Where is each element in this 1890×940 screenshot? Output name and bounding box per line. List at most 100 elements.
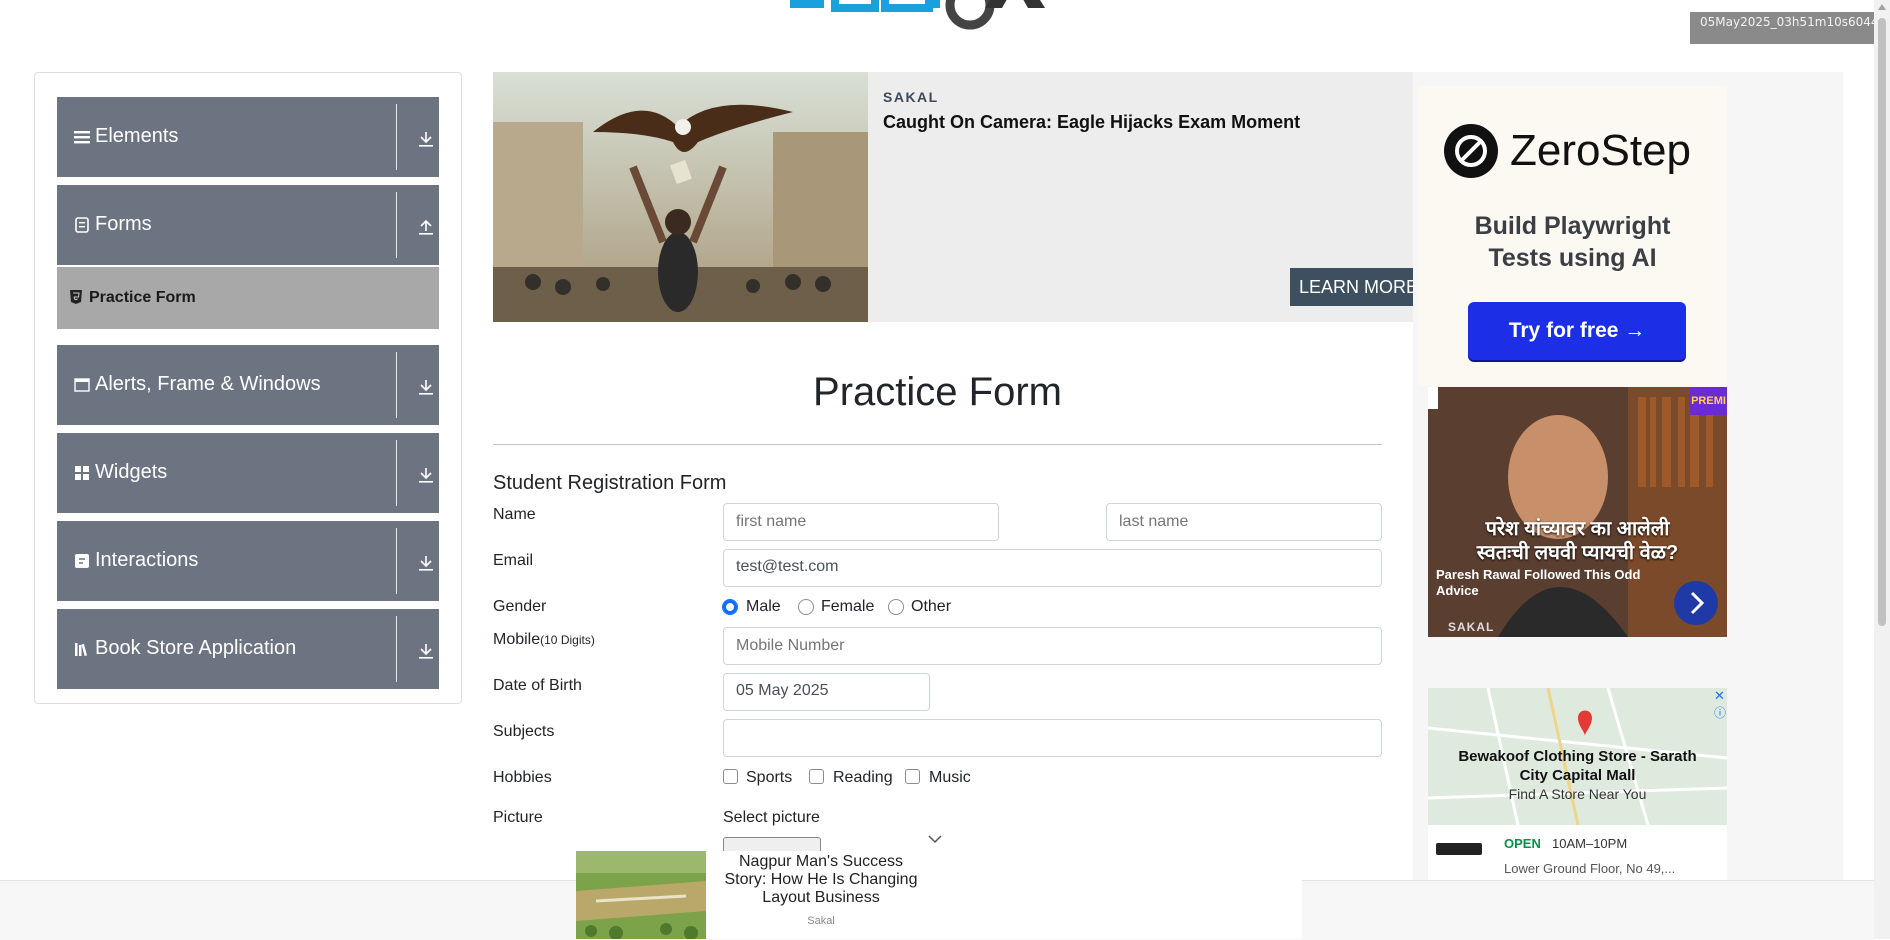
divider (396, 352, 397, 418)
html5-icon (70, 290, 82, 304)
sidebar-item-label: Practice Form (89, 289, 196, 306)
gender-option-label[interactable]: Other (911, 598, 951, 616)
sidebar-group-alerts[interactable]: Alerts, Frame & Windows (57, 345, 439, 425)
hobby-label[interactable]: Music (929, 769, 971, 787)
last-name-input[interactable] (1106, 503, 1382, 541)
toolsqa-logo[interactable] (780, 0, 1110, 38)
download-icon[interactable] (417, 465, 435, 485)
divider (396, 616, 397, 682)
sidebar-group-label: Forms (95, 213, 152, 235)
ad-headline: परेश यांच्यावर का आलेली स्वतःची लघवी प्य… (1428, 517, 1727, 565)
mobile-label-text: Mobile (493, 631, 541, 648)
eagle-photo (493, 72, 868, 322)
zerostep-brand: ZeroStep (1510, 126, 1691, 175)
hobby-reading-checkbox[interactable] (809, 769, 824, 784)
gender-label: Gender (493, 598, 547, 615)
scrollbar-thumb[interactable] (1878, 18, 1886, 626)
divider (396, 192, 397, 258)
try-for-free-button[interactable]: Try for free → (1468, 302, 1686, 360)
sakal-video-ad[interactable]: PREMI परेश यांच्यावर का आलेली स्वतःची लघ… (1428, 387, 1727, 637)
hobby-label[interactable]: Reading (833, 769, 893, 787)
ad-headline-line: परेश यांच्यावर का आलेली (1485, 518, 1670, 540)
sidebar-group-label: Widgets (95, 461, 168, 483)
download-icon[interactable] (417, 129, 435, 149)
next-arrow-button[interactable] (1674, 581, 1718, 625)
zerostep-tagline: Build Playwright Tests using AI (1418, 210, 1727, 274)
premium-badge: PREMI (1690, 387, 1727, 415)
select-picture-label: Select picture (723, 809, 820, 826)
download-icon[interactable] (417, 377, 435, 397)
subjects-label: Subjects (493, 723, 555, 740)
mobile-input[interactable] (723, 627, 1382, 665)
chevron-down-icon[interactable] (928, 834, 942, 844)
ad-publisher: SAKAL (1448, 620, 1495, 634)
store-name-line: Bewakoof Clothing Store - Sarath (1458, 748, 1697, 765)
ad-thumbnail (576, 851, 706, 939)
timestamp-overlay: 05May2025_03h51m10s604478 (1690, 12, 1890, 44)
hobby-music-checkbox[interactable] (905, 769, 920, 784)
info-icon[interactable]: ⓘ (1714, 704, 1726, 721)
email-input[interactable]: test@test.com (723, 549, 1382, 587)
store-hours: 10AM–10PM (1552, 836, 1628, 851)
sidebar-group-label: Elements (95, 125, 179, 147)
gender-option-label[interactable]: Female (821, 598, 874, 616)
first-name-input[interactable] (723, 503, 999, 541)
sidebar-group-bookstore[interactable]: Book Store Application (57, 609, 439, 689)
mobile-label: Mobile(10 Digits) (493, 631, 595, 649)
bottom-sticky-ad[interactable]: Nagpur Man's Success Story: How He Is Ch… (576, 851, 1302, 939)
download-icon[interactable] (417, 641, 435, 661)
books-icon (75, 643, 88, 657)
store-logo (1436, 843, 1482, 855)
hobbies-label: Hobbies (493, 769, 552, 786)
page-title: Practice Form (813, 370, 1062, 414)
zerostep-ad[interactable]: ZeroStep Build Playwright Tests using AI… (1418, 86, 1727, 386)
page-scrollbar[interactable] (1874, 0, 1890, 939)
form-subtitle: Student Registration Form (493, 472, 727, 494)
bottom-ad-headline: Nagpur Man's Success Story: How He Is Ch… (706, 853, 936, 907)
banner-ad[interactable]: SAKAL Caught On Camera: Eagle Hijacks Ex… (493, 72, 1413, 322)
sidebar-group-forms[interactable]: Forms (57, 185, 439, 265)
sidebar-group-label: Book Store Application (95, 637, 297, 659)
sidebar-group-interactions[interactable]: Interactions (57, 521, 439, 601)
sidebar-group-widgets[interactable]: Widgets (57, 433, 439, 513)
divider (396, 440, 397, 506)
close-icon[interactable]: ✕ (1714, 688, 1725, 704)
subjects-input[interactable] (723, 719, 1382, 757)
dob-label: Date of Birth (493, 677, 582, 694)
zerostep-tagline-line: Build Playwright (1474, 212, 1671, 240)
bottom-ad-line: Nagpur Man's Success (738, 853, 903, 870)
window-icon (74, 378, 90, 392)
email-label: Email (493, 552, 534, 569)
store-name-line: City Capital Mall (1519, 767, 1636, 784)
ad-publisher: SAKAL (883, 89, 939, 105)
sidebar-item-practice-form[interactable]: Practice Form (57, 267, 439, 329)
hobby-label[interactable]: Sports (746, 769, 792, 787)
sidebar-group-label: Interactions (95, 549, 199, 571)
interactions-icon (75, 554, 89, 568)
store-status: OPEN (1504, 836, 1541, 851)
zerostep-logo-icon (1444, 124, 1498, 178)
scroll-up-icon[interactable] (1878, 4, 1886, 10)
gender-female-radio[interactable] (798, 599, 814, 615)
upload-icon[interactable] (417, 217, 435, 237)
gender-option-label[interactable]: Male (746, 598, 781, 616)
download-icon[interactable] (417, 553, 435, 573)
store-address: Lower Ground Floor, No 49,... (1504, 861, 1676, 876)
bottom-ad-line: Story: How He Is Changing (724, 871, 918, 888)
hobby-sports-checkbox[interactable] (723, 769, 738, 784)
divider (396, 528, 397, 594)
store-find-text: Find A Store Near You (1508, 786, 1647, 802)
mobile-hint: (10 Digits) (540, 633, 595, 647)
gender-male-radio[interactable] (722, 599, 738, 615)
ad-headline[interactable]: Caught On Camera: Eagle Hijacks Exam Mom… (883, 112, 1300, 133)
bottom-ad-line: Layout Business (762, 889, 880, 906)
map-store-ad[interactable]: ✕ ⓘ Bewakoof Clothing Store - Sarath Cit… (1428, 688, 1727, 882)
divider (396, 104, 397, 170)
learn-more-button[interactable]: LEARN MORE (1290, 268, 1413, 306)
sidebar-group-elements[interactable]: Elements (57, 97, 439, 177)
chevron-right-icon (1690, 591, 1705, 615)
gender-other-radio[interactable] (888, 599, 904, 615)
widgets-icon (75, 466, 89, 480)
date-of-birth-input[interactable]: 05 May 2025 (723, 673, 930, 711)
title-divider (493, 444, 1382, 445)
